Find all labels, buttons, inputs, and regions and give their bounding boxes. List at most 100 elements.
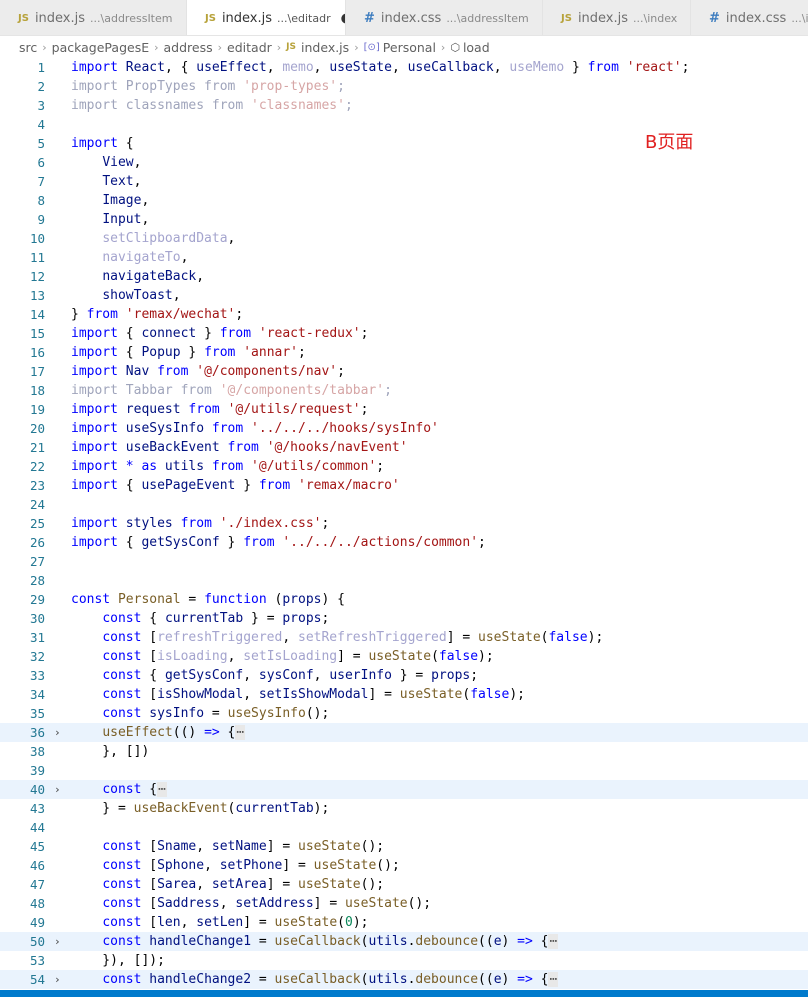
fold-chevron-icon[interactable]: ›	[54, 932, 64, 951]
code-token: from	[157, 364, 189, 379]
code-line[interactable]: 40 › const {⋯	[0, 780, 808, 799]
code-token: ] =	[266, 839, 299, 854]
editor-tab[interactable]: JSindex.js...\editadr●	[187, 0, 346, 35]
code-text: navigateBack,	[71, 267, 204, 286]
breadcrumb-item[interactable]: packagePagesE	[52, 40, 149, 55]
code-line[interactable]: 45 const [Sname, setName] = useState();	[0, 837, 808, 856]
code-line[interactable]: 43 } = useBackEvent(currentTab);	[0, 799, 808, 818]
code-token: navigateTo	[102, 250, 181, 265]
code-line[interactable]: 26 import { getSysConf } from '../../../a…	[0, 533, 808, 552]
code-token: useCallback	[274, 934, 361, 949]
code-line[interactable]: 9 Input,	[0, 210, 808, 229]
code-line[interactable]: 6 View,	[0, 153, 808, 172]
code-line[interactable]: 34 const [isShowModal, setIsShowModal] =…	[0, 685, 808, 704]
code-line[interactable]: 31 const [refreshTriggered, setRefreshTr…	[0, 628, 808, 647]
line-number: 31	[29, 630, 45, 645]
code-token: useCallback	[274, 972, 361, 987]
code-line[interactable]: 3 import classnames from 'classnames';	[0, 96, 808, 115]
code-token: const	[102, 611, 142, 626]
code-line[interactable]: 39	[0, 761, 808, 780]
code-token: ;	[360, 402, 369, 417]
code-token: ();	[360, 877, 385, 892]
editor-tab[interactable]: # index.css ...\addressItem	[346, 0, 543, 35]
code-line[interactable]: 7 Text,	[0, 172, 808, 191]
code-line[interactable]: 12 navigateBack,	[0, 267, 808, 286]
code-token: ,	[141, 193, 150, 208]
breadcrumb-file[interactable]: index.js	[301, 40, 349, 55]
code-line[interactable]: 53 }), []);	[0, 951, 808, 970]
fold-chevron-icon[interactable]: ›	[54, 970, 64, 989]
code-line[interactable]: 38 }, [])	[0, 742, 808, 761]
code-line[interactable]: 15 import { connect } from 'react-redux';	[0, 324, 808, 343]
code-line[interactable]: 50 › const handleChange1 = useCallback(ut…	[0, 932, 808, 951]
breadcrumb-symbol[interactable]: Personal	[383, 40, 436, 55]
fold-chevron-icon[interactable]: ›	[54, 780, 64, 799]
breadcrumb-item[interactable]: address	[164, 40, 213, 55]
line-number: 32	[29, 649, 45, 664]
code-line[interactable]: 44	[0, 818, 808, 837]
code-token: (	[266, 592, 283, 607]
code-line[interactable]: 13 showToast,	[0, 286, 808, 305]
code-text: const [Sarea, setArea] = useState();	[71, 875, 384, 894]
code-token: const	[102, 915, 142, 930]
code-line[interactable]: 19 import request from '@/utils/request';	[0, 400, 808, 419]
code-line[interactable]: 24	[0, 495, 808, 514]
code-line[interactable]: 17 import Nav from '@/components/nav';	[0, 362, 808, 381]
code-line[interactable]: 18 import Tabbar from '@/components/tabba…	[0, 381, 808, 400]
code-token: userInfo	[329, 668, 392, 683]
code-line[interactable]: 49 const [len, setLen] = useState(0);	[0, 913, 808, 932]
code-line[interactable]: 11 navigateTo,	[0, 248, 808, 267]
line-number: 2	[37, 79, 45, 94]
folded-ellipsis[interactable]: ⋯	[157, 782, 167, 797]
code-token: ,	[391, 60, 408, 75]
code-token: 'classnames'	[251, 98, 345, 113]
line-number: 15	[29, 326, 45, 341]
code-line[interactable]: 8 Image,	[0, 191, 808, 210]
breadcrumb-method[interactable]: load	[463, 40, 490, 55]
folded-ellipsis[interactable]: ⋯	[548, 934, 559, 949]
code-line[interactable]: 21 import useBackEvent from '@/hooks/navE…	[0, 438, 808, 457]
editor-tab[interactable]: # index.css ...\ind	[691, 0, 808, 35]
code-line[interactable]: 23 import { usePageEvent } from 'remax/ma…	[0, 476, 808, 495]
code-line[interactable]: 32 const [isLoading, setIsLoading] = use…	[0, 647, 808, 666]
code-line[interactable]: 46 const [Sphone, setPhone] = useState()…	[0, 856, 808, 875]
code-line[interactable]: 36 › useEffect(() => {⋯	[0, 723, 808, 742]
code-token: ,	[196, 269, 205, 284]
code-line[interactable]: 2 import PropTypes from 'prop-types';	[0, 77, 808, 96]
code-line[interactable]: 25 import styles from './index.css';	[0, 514, 808, 533]
code-line[interactable]: 28	[0, 571, 808, 590]
breadcrumb-item[interactable]: editadr	[227, 40, 272, 55]
breadcrumb-item[interactable]: src	[19, 40, 37, 55]
fold-chevron-icon[interactable]: ›	[54, 723, 64, 742]
code-line[interactable]: 54 › const handleChange2 = useCallback(ut…	[0, 970, 808, 989]
code-line[interactable]: 20 import useSysInfo from '../../../hooks…	[0, 419, 808, 438]
code-line[interactable]: 10 setClipboardData,	[0, 229, 808, 248]
code-line[interactable]: 22 import * as utils from '@/utils/common…	[0, 457, 808, 476]
code-line[interactable]: 47 const [Sarea, setArea] = useState();	[0, 875, 808, 894]
code-line[interactable]: 29 const Personal = function (props) {	[0, 590, 808, 609]
code-line[interactable]: 1 import React, { useEffect, memo, useSta…	[0, 58, 808, 77]
line-number: 7	[37, 174, 45, 189]
folded-ellipsis[interactable]: ⋯	[235, 725, 246, 740]
folded-ellipsis[interactable]: ⋯	[548, 972, 559, 987]
code-text: } = useBackEvent(currentTab);	[71, 799, 329, 818]
line-number: 9	[37, 212, 45, 227]
code-token: ,	[141, 212, 150, 227]
code-token: 'remax/macro'	[298, 478, 400, 493]
tab-filename: index.css	[380, 10, 442, 26]
code-line[interactable]: 27	[0, 552, 808, 571]
code-token: (	[431, 649, 439, 664]
code-editor[interactable]: 1 import React, { useEffect, memo, useSta…	[0, 58, 808, 990]
code-token: showToast	[102, 288, 173, 303]
code-line[interactable]: 48 const [Saddress, setAddress] = useSta…	[0, 894, 808, 913]
code-line[interactable]: 30 const { currentTab } = props;	[0, 609, 808, 628]
code-line[interactable]: 35 const sysInfo = useSysInfo();	[0, 704, 808, 723]
code-line[interactable]: 14} from 'remax/wechat';	[0, 305, 808, 324]
code-token: } =	[243, 611, 283, 626]
chevron-right-icon: ›	[440, 40, 446, 54]
code-line[interactable]: 33 const { getSysConf, sysConf, userInfo…	[0, 666, 808, 685]
editor-tab[interactable]: JS index.js ...\index	[543, 0, 691, 35]
code-line[interactable]: 16 import { Popup } from 'annar';	[0, 343, 808, 362]
editor-tab[interactable]: JS index.js ...\addressItem	[0, 0, 187, 35]
